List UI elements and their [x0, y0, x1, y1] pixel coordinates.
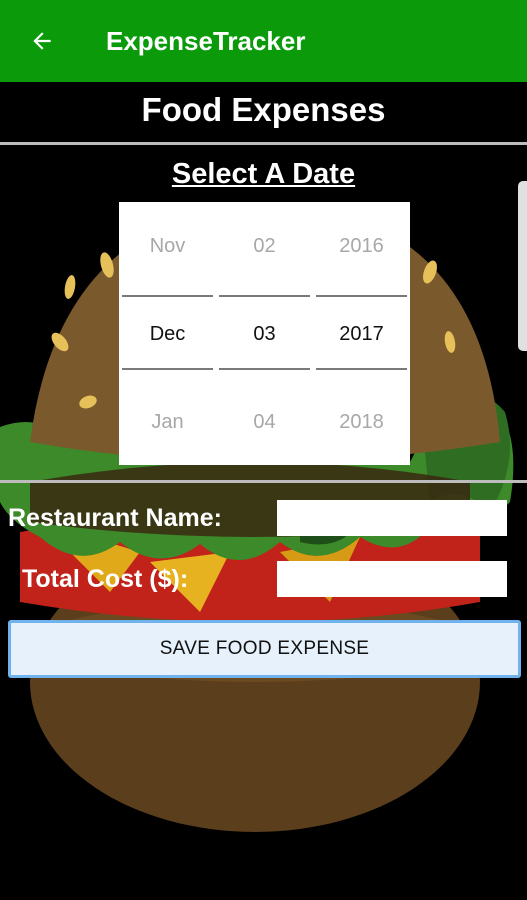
date-picker[interactable]: Nov Dec Jan 02 03 04 2016 2017 2018: [119, 202, 410, 465]
back-button[interactable]: [0, 0, 84, 82]
total-cost-input[interactable]: [277, 561, 507, 597]
month-next[interactable]: Jan: [119, 411, 216, 434]
restaurant-name-label: Restaurant Name:: [8, 504, 222, 532]
picker-divider: [122, 368, 213, 370]
total-cost-label: Total Cost ($):: [22, 565, 189, 593]
picker-divider: [219, 295, 310, 297]
arrow-left-icon: [33, 32, 51, 50]
day-column[interactable]: 02 03 04: [216, 202, 313, 465]
day-prev[interactable]: 02: [216, 235, 313, 258]
picker-divider: [122, 295, 213, 297]
save-food-expense-button[interactable]: SAVE FOOD EXPENSE: [8, 620, 521, 678]
mid-divider: [0, 480, 527, 483]
picker-divider: [316, 295, 407, 297]
picker-divider: [219, 368, 310, 370]
app-bar: ExpenseTracker: [0, 0, 527, 82]
restaurant-name-input[interactable]: [277, 500, 507, 536]
year-selected[interactable]: 2017: [313, 323, 410, 346]
app-title: ExpenseTracker: [106, 25, 306, 56]
year-next[interactable]: 2018: [313, 411, 410, 434]
page-title: Food Expenses: [141, 91, 386, 128]
day-selected[interactable]: 03: [216, 323, 313, 346]
main-content: Food Expenses Select A Date Nov Dec Jan …: [0, 82, 527, 900]
select-date-label: Select A Date: [171, 158, 356, 190]
side-scroll-indicator: [518, 181, 527, 351]
month-selected[interactable]: Dec: [119, 323, 216, 346]
picker-divider: [316, 368, 407, 370]
day-next[interactable]: 04: [216, 411, 313, 434]
month-prev[interactable]: Nov: [119, 235, 216, 258]
month-column[interactable]: Nov Dec Jan: [119, 202, 216, 465]
year-prev[interactable]: 2016: [313, 235, 410, 258]
year-column[interactable]: 2016 2017 2018: [313, 202, 410, 465]
top-divider: [0, 142, 527, 145]
